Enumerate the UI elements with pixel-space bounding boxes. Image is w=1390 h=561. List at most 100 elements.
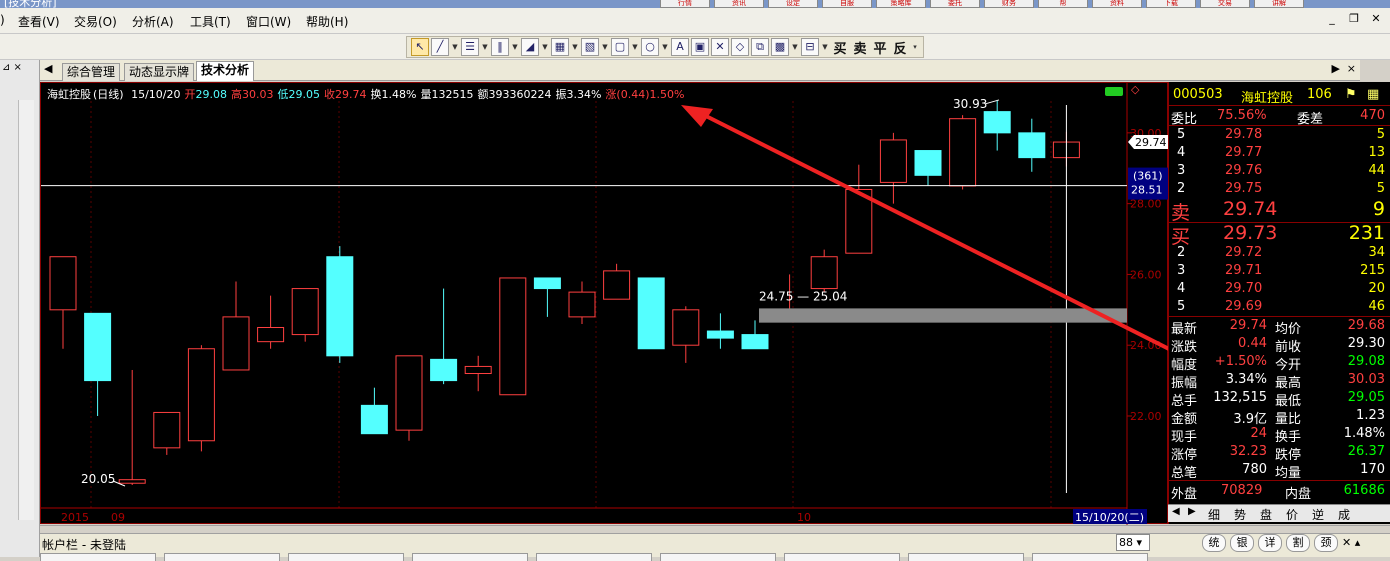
bottom-window-8[interactable] (908, 553, 1024, 561)
tab-technical-analysis[interactable]: 技术分析 (196, 61, 255, 81)
quote-panel: 000503 海虹控股 106 ⚑ ▦ 委比 75.56% 委差 470 5 29… (1168, 82, 1390, 524)
account-select[interactable]: 88 ▾ (1116, 534, 1150, 551)
signal-icon[interactable]: ⚑ (1345, 87, 1357, 102)
quote-tab-trades[interactable]: 成 (1338, 506, 1350, 523)
buy-signal-button[interactable]: 买 (831, 38, 849, 57)
circle-tool-icon[interactable]: ○ (641, 38, 659, 56)
line-tool-dropdown-icon[interactable]: ▼ (451, 43, 459, 51)
quote-tab-trend[interactable]: 势 (1234, 506, 1246, 523)
channel-tool-dropdown-icon[interactable]: ▼ (541, 43, 549, 51)
top-button-0[interactable]: 行情 (660, 0, 710, 8)
vline-tool-dropdown-icon[interactable]: ▼ (511, 43, 519, 51)
flat-signal-button[interactable]: 平 (871, 38, 889, 57)
top-button-6[interactable]: 财务 (984, 0, 1034, 8)
top-button-2[interactable]: 设定 (768, 0, 818, 8)
bottom-window-buttons (40, 553, 1148, 561)
account-button-bank[interactable]: 银 (1230, 534, 1254, 552)
hline-tool-icon[interactable]: ☰ (461, 38, 479, 56)
top-button-7[interactable]: 帮 (1038, 0, 1088, 8)
chart-scrollbar[interactable] (40, 525, 1390, 533)
bottom-window-4[interactable] (412, 553, 528, 561)
weicha-value: 470 (1360, 108, 1385, 123)
color-tool-icon[interactable]: ▩ (771, 38, 789, 56)
bottom-window-2[interactable] (164, 553, 280, 561)
tab-comprehensive[interactable]: 综合管理 (62, 63, 121, 81)
kline-chart[interactable]: 海虹控股 (日线) 15/10/20 开29.08 高30.03 低29.05 收29.7… (40, 82, 1169, 525)
pin-icon[interactable]: ⊿ × (2, 62, 22, 73)
tab-dynamic-board[interactable]: 动态显示牌 (124, 63, 195, 81)
top-button-10[interactable]: 交易 (1200, 0, 1250, 8)
gann-tool-dropdown-icon[interactable]: ▼ (601, 43, 609, 51)
buy-level-price: 29.70 (1225, 281, 1263, 296)
menu-view[interactable]: 查看(V) (18, 13, 60, 30)
account-close-icon[interactable]: ✕ ▴ (1342, 534, 1360, 552)
image-tool-icon[interactable]: ▣ (691, 38, 709, 56)
bottom-window-6[interactable] (660, 553, 776, 561)
sell-signal-button[interactable]: 卖 (851, 38, 869, 57)
account-button-neck[interactable]: 颈 (1314, 534, 1338, 552)
bottom-window-9[interactable] (1032, 553, 1148, 561)
channel-tool-icon[interactable]: ◢ (521, 38, 539, 56)
vline-tool-icon[interactable]: ‖ (491, 38, 509, 56)
copy-tool-icon[interactable]: ⧉ (751, 38, 769, 56)
bottom-window-1[interactable] (40, 553, 156, 561)
menu-tools[interactable]: 工具(T) (190, 13, 231, 30)
eraser-tool-icon[interactable]: ◇ (731, 38, 749, 56)
color-tool-dropdown-icon[interactable]: ▼ (791, 43, 799, 51)
text-tool-icon[interactable]: A (671, 38, 689, 56)
lock-tool-dropdown-icon[interactable]: ▼ (821, 43, 829, 51)
quote-tab-left-icon[interactable]: ◀ (1172, 506, 1180, 517)
menu-help[interactable]: 帮助(H) (306, 13, 348, 30)
bottom-window-5[interactable] (536, 553, 652, 561)
rect-tool-icon[interactable]: ▢ (611, 38, 629, 56)
hline-tool-dropdown-icon[interactable]: ▼ (481, 43, 489, 51)
annotation-arrow-head (681, 105, 713, 127)
top-button-8[interactable]: 资料 (1092, 0, 1142, 8)
lock-tool-icon[interactable]: ⊟ (801, 38, 819, 56)
top-button-9[interactable]: 下载 (1146, 0, 1196, 8)
tab-scroll-right-icon[interactable]: ▶ (1332, 62, 1340, 75)
quote-tab-price[interactable]: 价 (1286, 506, 1298, 523)
stat-row: 最新 29.74 均价 29.68 (1169, 317, 1390, 337)
menu-trade[interactable]: 交易(O) (74, 13, 117, 30)
toolbar-overflow-icon[interactable]: ▾ (911, 43, 919, 51)
menu-analysis[interactable]: 分析(A) (132, 13, 174, 30)
menu-window[interactable]: 窗口(W) (246, 13, 291, 30)
outer-label: 外盘 (1171, 487, 1198, 502)
top-button-5[interactable]: 委托 (930, 0, 980, 8)
account-button-stat[interactable]: 统 (1202, 534, 1226, 552)
top-button-1[interactable]: 资讯 (714, 0, 764, 8)
quote-tab-reverse[interactable]: 逆 (1312, 506, 1324, 523)
buy-level-price: 29.72 (1225, 245, 1263, 260)
minimize-icon[interactable]: _ (1324, 12, 1340, 26)
quote-tab-detail[interactable]: 细 (1208, 506, 1220, 523)
sell-level-vol: 44 (1368, 163, 1385, 178)
tab-close-icon[interactable]: × (1347, 62, 1356, 75)
buy1-price: 29.73 (1223, 222, 1278, 244)
restore-icon[interactable]: ❐ (1346, 12, 1362, 26)
top-button-3[interactable]: 自服 (822, 0, 872, 8)
account-button-cut[interactable]: 割 (1286, 534, 1310, 552)
bottom-window-7[interactable] (784, 553, 900, 561)
left-scrollbar[interactable] (18, 100, 34, 520)
bottom-window-3[interactable] (288, 553, 404, 561)
tab-scroll-left-icon[interactable]: ◀ (44, 62, 52, 75)
rect-tool-dropdown-icon[interactable]: ▼ (631, 43, 639, 51)
close-icon[interactable]: ✕ (1368, 12, 1384, 26)
line-tool-icon[interactable]: ╱ (431, 38, 449, 56)
top-button-11[interactable]: 讲解 (1254, 0, 1304, 8)
circle-tool-dropdown-icon[interactable]: ▼ (661, 43, 669, 51)
gann-tool-icon[interactable]: ▧ (581, 38, 599, 56)
sell-level-price: 29.75 (1225, 181, 1263, 196)
title-bar: [技术分析] 行情 资讯 设定 自服 策略库 委托 财务帮资料 下载 交易 讲解 (0, 0, 1390, 9)
top-button-4[interactable]: 策略库 (876, 0, 926, 8)
fib-tool-dropdown-icon[interactable]: ▼ (571, 43, 579, 51)
quote-tab-book[interactable]: 盘 (1260, 506, 1272, 523)
delete-tool-icon[interactable]: ✕ (711, 38, 729, 56)
fib-tool-icon[interactable]: ▦ (551, 38, 569, 56)
pointer-tool-icon[interactable]: ↖ (411, 38, 429, 56)
reverse-signal-button[interactable]: 反 (891, 38, 909, 57)
account-button-detail[interactable]: 详 (1258, 534, 1282, 552)
quote-tab-right-icon[interactable]: ▶ (1188, 506, 1196, 517)
calendar-icon[interactable]: ▦ (1367, 87, 1379, 102)
